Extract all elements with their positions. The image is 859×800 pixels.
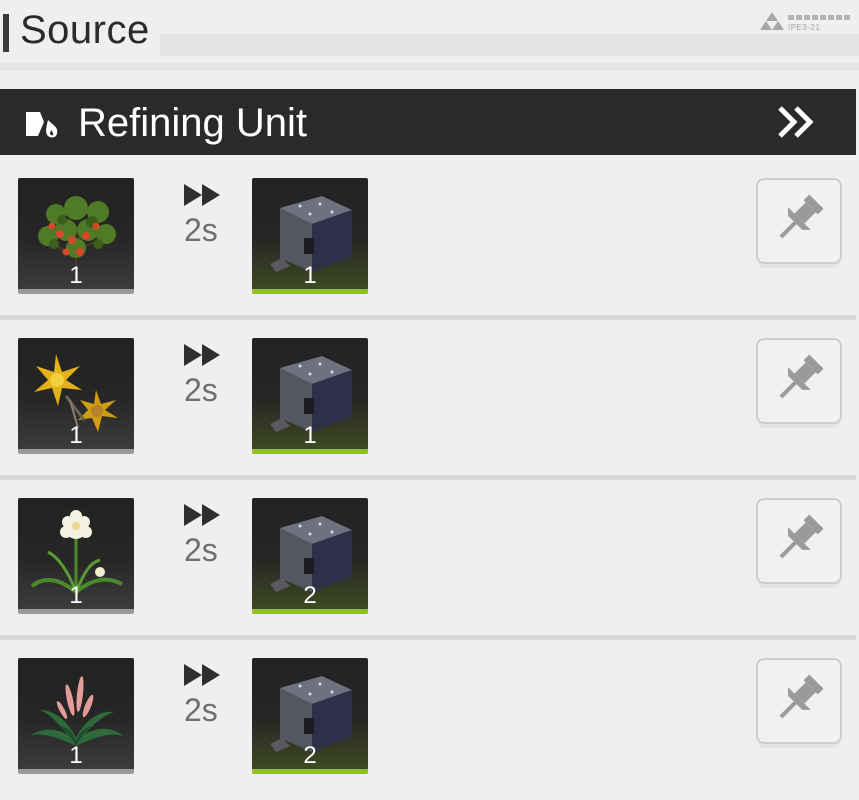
corner-logo: IPE3-21 [760, 12, 852, 34]
pin-button[interactable] [756, 658, 842, 744]
title-divider [0, 63, 859, 71]
triangle-logo-icon [760, 12, 784, 30]
pin-button[interactable] [756, 338, 842, 424]
recipe-row: 1 2s 2 [0, 640, 856, 800]
title-bar: Source IPE3-21 [0, 0, 859, 71]
corner-code: IPE3-21 [788, 23, 821, 32]
input-quantity: 1 [69, 742, 83, 769]
output-quantity: 1 [303, 262, 317, 289]
pin-icon [779, 194, 824, 239]
pin-icon [779, 354, 824, 399]
output-item-slot[interactable]: 2 [252, 498, 368, 614]
recipe-row: 1 2s 1 [0, 320, 856, 480]
double-chevron-right-icon[interactable] [776, 104, 820, 140]
title-accent [3, 14, 9, 52]
output-item-slot[interactable]: 1 [252, 178, 368, 294]
input-quantity: 1 [69, 582, 83, 609]
output-quantity: 2 [303, 582, 317, 609]
output-item-slot[interactable]: 2 [252, 658, 368, 774]
fast-forward-icon [184, 664, 220, 686]
fast-forward-icon [184, 184, 220, 206]
output-item-slot[interactable]: 1 [252, 338, 368, 454]
fast-forward-icon [184, 504, 220, 526]
title-underline [160, 34, 859, 56]
pin-button[interactable] [756, 498, 842, 584]
input-quantity: 1 [69, 422, 83, 449]
input-item-slot[interactable]: 1 [18, 338, 134, 454]
process-time: 2s [184, 372, 218, 408]
output-quantity: 1 [303, 422, 317, 449]
section-title: Refining Unit [78, 101, 308, 145]
input-item-slot[interactable]: 1 [18, 498, 134, 614]
page-title: Source [20, 8, 150, 52]
input-item-slot[interactable]: 1 [18, 658, 134, 774]
refinery-icon [26, 112, 58, 138]
process-time: 2s [184, 212, 218, 248]
input-quantity: 1 [69, 262, 83, 289]
pin-icon [779, 674, 824, 719]
pin-button[interactable] [756, 178, 842, 264]
recipe-row: 1 2s 1 [0, 160, 856, 320]
recipe-row: 1 2s 2 [0, 480, 856, 640]
section-header: Refining Unit [0, 89, 856, 155]
pin-icon [779, 514, 824, 559]
input-item-slot[interactable]: 1 [18, 178, 134, 294]
process-time: 2s [184, 532, 218, 568]
output-quantity: 2 [303, 742, 317, 769]
process-time: 2s [184, 692, 218, 728]
logo-bars [788, 15, 850, 20]
fast-forward-icon [184, 344, 220, 366]
